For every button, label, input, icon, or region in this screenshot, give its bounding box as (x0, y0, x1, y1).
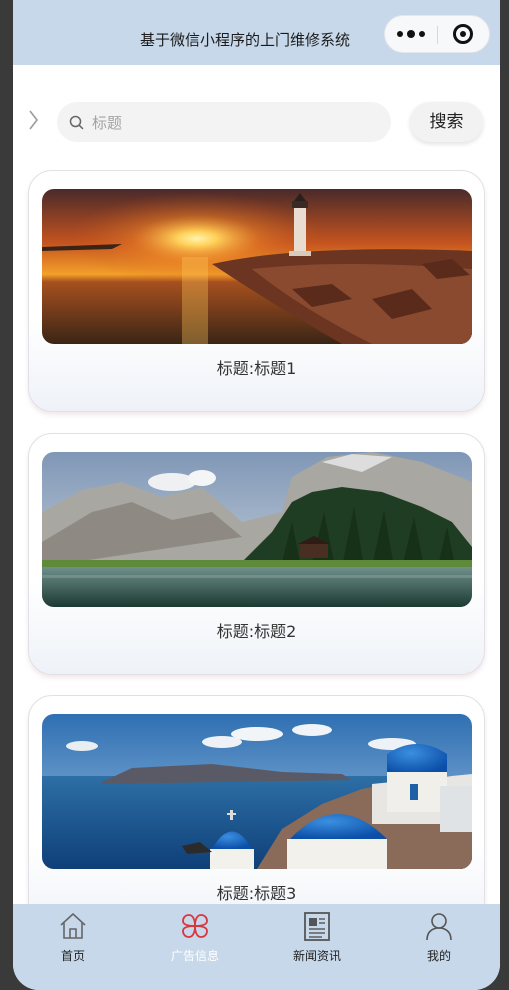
home-icon (60, 913, 86, 939)
tab-label: 广告信息 (170, 949, 219, 963)
more-dots-icon[interactable] (397, 26, 427, 42)
tab-label: 我的 (426, 949, 451, 963)
search-box (57, 102, 391, 144)
ad-card[interactable]: 标题:标题1 (28, 170, 485, 412)
page-title: 基于微信小程序的上门维修系统 (140, 31, 351, 49)
card-caption: 标题:标题3 (216, 884, 297, 903)
user-icon (426, 913, 452, 941)
search-button[interactable]: 搜索 (410, 102, 483, 142)
clover-icon (182, 914, 208, 938)
search-input[interactable] (90, 102, 374, 144)
phone-screen: 基于微信小程序的上门维修系统 搜索 (13, 0, 500, 990)
ad-card[interactable]: 标题:标题2 (28, 433, 485, 675)
card-caption: 标题:标题2 (216, 622, 297, 641)
navigation-bar: 基于微信小程序的上门维修系统 (13, 0, 500, 65)
chevron-right-icon[interactable] (28, 108, 40, 132)
capsule-close-icon[interactable] (453, 24, 473, 44)
newspaper-icon (304, 912, 330, 941)
santorini-domes-photo (42, 714, 472, 869)
menu-capsule (384, 15, 490, 53)
search-icon (69, 115, 84, 130)
tab-news[interactable]: 新闻资讯 (262, 904, 372, 974)
tab-home[interactable]: 首页 (18, 904, 128, 974)
card-caption: 标题:标题1 (216, 359, 297, 378)
tab-label: 新闻资讯 (292, 949, 341, 963)
mountain-lake-photo (42, 452, 472, 607)
tab-label: 首页 (60, 949, 85, 963)
bottom-tab-bar: 首页 广告信息 新闻资讯 我的 (13, 904, 500, 990)
capsule-divider (437, 26, 438, 44)
sunset-lighthouse-photo (42, 189, 472, 344)
ad-card[interactable]: 标题:标题3 (28, 695, 485, 937)
tab-ads[interactable]: 广告信息 (140, 904, 250, 974)
tab-profile[interactable]: 我的 (384, 904, 494, 974)
